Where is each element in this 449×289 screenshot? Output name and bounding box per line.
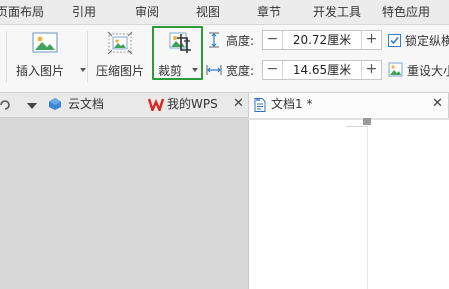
menu-tab-row: 页面布局 引用 审阅 视图 章节 开发工具 特色应用: [0, 0, 449, 25]
width-stepper: − 14.65厘米 +: [262, 60, 382, 80]
reset-size-label[interactable]: 重设大小: [407, 63, 449, 79]
width-increase-button[interactable]: +: [361, 61, 381, 79]
tab-document-1[interactable]: 文档1 * ✕: [248, 93, 449, 118]
reset-size-icon[interactable]: [388, 62, 403, 77]
height-increase-button[interactable]: +: [361, 31, 381, 49]
lock-aspect-checkbox[interactable]: [388, 34, 401, 47]
document-workspace: [0, 118, 449, 289]
insert-picture-label: 插入图片: [16, 64, 65, 78]
crop-button[interactable]: 裁剪: [154, 25, 201, 85]
ruler-margin-marker[interactable]: [363, 118, 371, 125]
tab-my-wps[interactable]: 我的WPS ✕: [148, 93, 246, 117]
tab-label: 文档1 *: [271, 97, 313, 111]
page-margin-guide: [367, 126, 368, 289]
horizontal-ruler: [248, 118, 449, 120]
menu-tab-review[interactable]: 审阅: [135, 4, 159, 20]
height-input[interactable]: 20.72厘米: [284, 31, 360, 49]
menu-tab-page-layout[interactable]: 页面布局: [0, 4, 44, 20]
menu-tab-special-apps[interactable]: 特色应用: [382, 4, 430, 20]
compress-picture-button[interactable]: 压缩图片: [92, 25, 148, 85]
ribbon-separator: [87, 31, 88, 83]
compress-picture-icon: [107, 31, 133, 55]
insert-picture-button[interactable]: 插入图片: [12, 25, 86, 85]
menu-tab-developer[interactable]: 开发工具: [313, 4, 361, 20]
checkmark-icon: [390, 36, 399, 45]
height-label: 高度:: [226, 34, 255, 48]
picture-icon: [32, 32, 58, 53]
wps-logo-icon: [148, 98, 164, 111]
height-stepper: − 20.72厘米 +: [262, 30, 382, 50]
width-icon: [206, 65, 222, 75]
width-decrease-button[interactable]: −: [263, 61, 283, 79]
chevron-down-icon[interactable]: [27, 103, 37, 109]
crop-icon: [169, 32, 191, 53]
height-icon: [209, 32, 219, 48]
chevron-down-icon: [192, 68, 198, 72]
compress-picture-label: 压缩图片: [95, 64, 144, 78]
tab-label: 云文档: [68, 97, 105, 111]
cloud-docs-icon: [49, 98, 61, 110]
document-tab-strip: 云文档 我的WPS ✕ 文档1 * ✕: [0, 93, 449, 118]
tab-cloud-docs[interactable]: 云文档: [46, 93, 142, 117]
document-icon: [254, 98, 266, 112]
lock-aspect-label: 锁定纵横: [405, 34, 449, 48]
page-margin-guide: [346, 126, 368, 127]
menu-tab-section[interactable]: 章节: [257, 4, 281, 20]
close-icon[interactable]: ✕: [233, 93, 244, 115]
menu-tab-references[interactable]: 引用: [72, 4, 96, 20]
ribbon-separator: [6, 31, 7, 83]
width-label: 宽度:: [226, 64, 255, 78]
crop-label: 裁剪: [158, 64, 183, 78]
refresh-icon[interactable]: [0, 99, 10, 111]
width-input[interactable]: 14.65厘米: [284, 61, 360, 79]
document-page[interactable]: [248, 119, 449, 289]
tab-label: 我的WPS: [167, 97, 218, 111]
picture-tools-ribbon: 插入图片 压缩图片 裁剪 高度: − 20.72厘米 + 宽度: − 14.65…: [0, 25, 449, 93]
height-decrease-button[interactable]: −: [263, 31, 283, 49]
menu-tab-view[interactable]: 视图: [196, 4, 220, 20]
close-icon[interactable]: ✕: [432, 93, 443, 115]
chevron-down-icon: [80, 68, 86, 72]
